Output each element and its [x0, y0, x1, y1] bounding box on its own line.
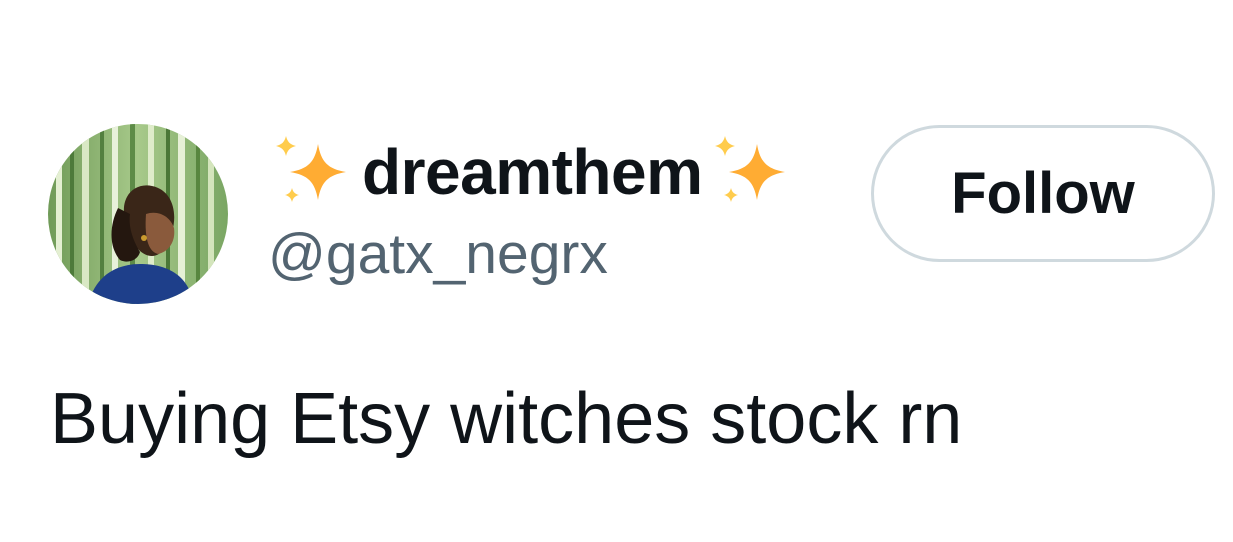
author-handle[interactable]: @gatx_negrx: [268, 226, 608, 283]
sparkles-icon: [714, 136, 785, 202]
tweet-text: Buying Etsy witches stock rn: [50, 379, 963, 459]
display-name: dreamthem: [362, 136, 703, 208]
avatar[interactable]: [48, 124, 228, 304]
follow-button[interactable]: Follow: [871, 125, 1215, 262]
sparkles-icon: [276, 136, 346, 202]
author-name-row[interactable]: dreamthem: [270, 126, 795, 218]
follow-button-label: Follow: [951, 160, 1135, 226]
avatar-image: [48, 124, 228, 304]
tweet-card: dreamthem @gatx_negrx Follow Buying Etsy…: [0, 0, 1233, 542]
